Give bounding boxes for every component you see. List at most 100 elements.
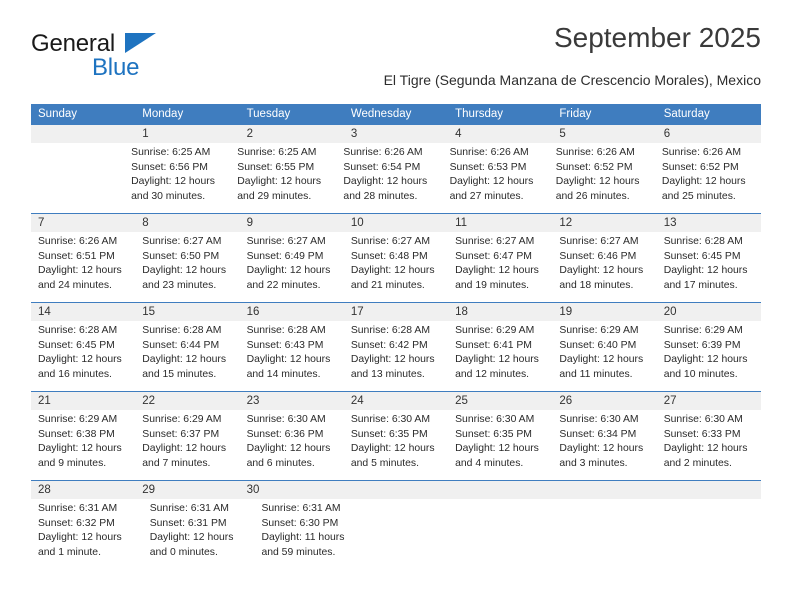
day-number[interactable]: 10 [344, 214, 448, 232]
day-info-row: Sunrise: 6:25 AM Sunset: 6:56 PM Daylight:… [31, 143, 761, 213]
day-number[interactable]: 24 [344, 392, 448, 410]
sunrise-text: Sunrise: 6:28 AM [142, 325, 222, 336]
day-number[interactable]: 20 [657, 303, 761, 321]
weekday-header-row: Sunday Monday Tuesday Wednesday Thursday Frid… [31, 104, 761, 125]
day-cell[interactable]: Sunrise: 6:28 AM Sunset: 6:43 PM Daylight:… [240, 321, 344, 391]
sunrise-text: Sunrise: 6:25 AM [237, 147, 317, 158]
day-number[interactable]: 4 [448, 125, 552, 143]
day-number[interactable]: 17 [344, 303, 448, 321]
weekday-header-friday: Friday [559, 108, 592, 120]
day-cell[interactable]: Sunrise: 6:30 AM Sunset: 6:36 PM Daylight:… [240, 410, 344, 480]
day-number[interactable]: 22 [135, 392, 239, 410]
sunset-text: Sunset: 6:45 PM [663, 250, 741, 262]
day-cell[interactable]: Sunrise: 6:29 AM Sunset: 6:38 PM Daylight:… [31, 410, 135, 480]
sunset-text: Sunset: 6:38 PM [38, 428, 115, 440]
daylight-text-cont: and 0 minutes. [149, 546, 218, 558]
calendar-week-row: 1 2 3 4 5 6 Sunrise: 6:25 AM Sunset: 6:56 PM Day… [31, 125, 761, 213]
day-cell[interactable]: Sunrise: 6:26 AM Sunset: 6:52 PM Daylight:… [655, 143, 761, 213]
daylight-text-cont: and 4 minutes. [455, 457, 524, 469]
day-cell[interactable]: Sunrise: 6:28 AM Sunset: 6:45 PM Daylight:… [657, 232, 761, 302]
day-number[interactable]: 23 [240, 392, 344, 410]
day-number[interactable]: 16 [240, 303, 344, 321]
day-number[interactable]: 5 [552, 125, 656, 143]
sunset-text: Sunset: 6:47 PM [455, 250, 532, 262]
sunrise-text: Sunrise: 6:26 AM [38, 236, 118, 247]
daylight-text-cont: and 16 minutes. [38, 368, 112, 380]
daylight-text: Daylight: 12 hours [38, 265, 122, 277]
sunrise-text: Sunrise: 6:26 AM [661, 147, 741, 158]
day-cell[interactable]: Sunrise: 6:29 AM Sunset: 6:41 PM Daylight:… [448, 321, 552, 391]
day-number[interactable]: 25 [448, 392, 552, 410]
day-cell[interactable]: Sunrise: 6:28 AM Sunset: 6:44 PM Daylight:… [135, 321, 239, 391]
day-number[interactable]: 3 [344, 125, 448, 143]
day-cell[interactable]: Sunrise: 6:31 AM Sunset: 6:31 PM Daylight:… [143, 499, 255, 569]
sunset-text: Sunset: 6:31 PM [149, 517, 227, 529]
sunset-text: Sunset: 6:50 PM [142, 250, 220, 262]
daylight-text-cont: and 29 minutes. [237, 190, 312, 202]
empty-day-number [552, 481, 656, 499]
day-cell[interactable]: Sunrise: 6:25 AM Sunset: 6:55 PM Daylight:… [230, 143, 336, 213]
sunrise-text: Sunrise: 6:30 AM [350, 414, 430, 425]
day-cell[interactable]: Sunrise: 6:30 AM Sunset: 6:35 PM Daylight:… [344, 410, 448, 480]
day-number[interactable]: 18 [448, 303, 552, 321]
day-number[interactable]: 26 [552, 392, 656, 410]
day-cell[interactable]: Sunrise: 6:26 AM Sunset: 6:54 PM Daylight:… [336, 143, 442, 213]
logo-text-blue: Blue [92, 54, 140, 81]
day-number[interactable]: 2 [240, 125, 344, 143]
day-info-row: Sunrise: 6:31 AM Sunset: 6:32 PM Daylight:… [31, 499, 761, 569]
day-number[interactable]: 13 [657, 214, 761, 232]
day-number[interactable]: 11 [448, 214, 552, 232]
day-cell[interactable]: Sunrise: 6:25 AM Sunset: 6:56 PM Daylight:… [124, 143, 230, 213]
daylight-text-cont: and 24 minutes. [38, 279, 112, 291]
day-cell[interactable]: Sunrise: 6:27 AM Sunset: 6:48 PM Daylight:… [344, 232, 448, 302]
daylight-text-cont: and 26 minutes. [555, 190, 630, 202]
day-number[interactable]: 1 [135, 125, 239, 143]
day-cell[interactable]: Sunrise: 6:28 AM Sunset: 6:42 PM Daylight:… [344, 321, 448, 391]
day-cell[interactable]: Sunrise: 6:27 AM Sunset: 6:46 PM Daylight:… [552, 232, 656, 302]
sunrise-text: Sunrise: 6:28 AM [350, 325, 430, 336]
sunset-text: Sunset: 6:40 PM [559, 339, 637, 351]
sunset-text: Sunset: 6:42 PM [350, 339, 428, 351]
day-cell[interactable]: Sunrise: 6:28 AM Sunset: 6:45 PM Daylight:… [31, 321, 135, 391]
day-number-row: 21 22 23 24 25 26 27 [31, 392, 761, 410]
day-number[interactable]: 19 [552, 303, 656, 321]
day-number[interactable]: 8 [135, 214, 239, 232]
day-number[interactable]: 14 [31, 303, 135, 321]
day-cell[interactable]: Sunrise: 6:27 AM Sunset: 6:47 PM Daylight:… [448, 232, 552, 302]
sunrise-text: Sunrise: 6:28 AM [246, 325, 326, 336]
day-cell[interactable]: Sunrise: 6:29 AM Sunset: 6:39 PM Daylight:… [657, 321, 761, 391]
day-cell[interactable]: Sunrise: 6:27 AM Sunset: 6:50 PM Daylight:… [135, 232, 239, 302]
day-number[interactable]: 21 [31, 392, 135, 410]
day-cell[interactable]: Sunrise: 6:31 AM Sunset: 6:32 PM Daylight:… [31, 499, 143, 569]
daylight-text: Daylight: 12 hours [246, 354, 331, 366]
day-cell[interactable]: Sunrise: 6:30 AM Sunset: 6:33 PM Daylight:… [657, 410, 761, 480]
day-cell[interactable]: Sunrise: 6:26 AM Sunset: 6:53 PM Daylight:… [443, 143, 549, 213]
day-number[interactable]: 15 [135, 303, 239, 321]
day-cell[interactable]: Sunrise: 6:29 AM Sunset: 6:37 PM Daylight:… [135, 410, 239, 480]
sunrise-text: Sunrise: 6:27 AM [350, 236, 430, 247]
day-number-row: 14 15 16 17 18 19 20 [31, 303, 761, 321]
day-cell[interactable]: Sunrise: 6:31 AM Sunset: 6:30 PM Daylight:… [254, 499, 366, 569]
sunset-text: Sunset: 6:53 PM [449, 161, 527, 173]
day-number[interactable]: 29 [135, 481, 239, 499]
sunrise-text: Sunrise: 6:29 AM [559, 325, 639, 336]
daylight-text: Daylight: 12 hours [663, 265, 748, 277]
day-number[interactable]: 6 [657, 125, 761, 143]
day-cell[interactable]: Sunrise: 6:30 AM Sunset: 6:35 PM Daylight:… [448, 410, 552, 480]
day-number[interactable]: 30 [240, 481, 344, 499]
daylight-text-cont: and 19 minutes. [455, 279, 530, 291]
day-number[interactable]: 7 [31, 214, 135, 232]
general-blue-logo[interactable]: General Blue [31, 30, 211, 86]
day-number[interactable]: 28 [31, 481, 135, 499]
day-number[interactable]: 27 [657, 392, 761, 410]
day-number[interactable]: 12 [552, 214, 656, 232]
day-cell[interactable]: Sunrise: 6:29 AM Sunset: 6:40 PM Daylight:… [552, 321, 656, 391]
day-cell[interactable]: Sunrise: 6:30 AM Sunset: 6:34 PM Daylight:… [552, 410, 656, 480]
weekday-header-saturday: Saturday [663, 108, 710, 120]
day-cell[interactable]: Sunrise: 6:26 AM Sunset: 6:51 PM Daylight:… [31, 232, 135, 302]
day-cell[interactable]: Sunrise: 6:27 AM Sunset: 6:49 PM Daylight:… [240, 232, 344, 302]
daylight-text-cont: and 22 minutes. [246, 279, 321, 291]
sunset-text: Sunset: 6:52 PM [661, 161, 739, 173]
day-cell[interactable]: Sunrise: 6:26 AM Sunset: 6:52 PM Daylight:… [549, 143, 655, 213]
day-number[interactable]: 9 [240, 214, 344, 232]
